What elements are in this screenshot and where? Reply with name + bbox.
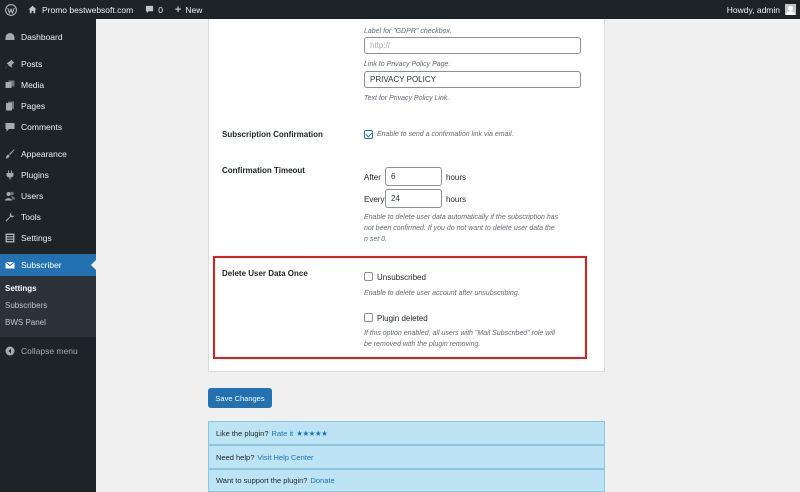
sidebar-item-label: Users: [21, 190, 44, 201]
subscription-confirmation-label: Subscription Confirmation: [222, 130, 323, 139]
privacy-policy-text-input[interactable]: PRIVACY POLICY: [364, 71, 581, 88]
highlight-box: [213, 256, 587, 359]
sidebar-item-label: Dashboard: [21, 31, 63, 42]
timeout-desc-line3: n set 0.: [364, 236, 387, 243]
submenu-item-subscribers[interactable]: Subscribers: [0, 297, 96, 314]
help-text: Need help?: [216, 452, 255, 462]
admin-bar: Promo bestwebsoft.com 0 + New Howdy, adm…: [0, 0, 800, 19]
sidebar-item-media[interactable]: Media: [0, 74, 96, 95]
sidebar-item-users[interactable]: Users: [0, 185, 96, 206]
comment-bubble-icon: [145, 5, 154, 14]
rate-text: Like the plugin?: [216, 428, 269, 438]
gdpr-label-desc: Label for "GDPR" checkbox.: [364, 28, 452, 35]
paintbrush-icon: [5, 149, 15, 159]
help-center-box: Need help? Visit Help Center: [208, 445, 605, 469]
rate-link[interactable]: Rate it: [272, 429, 294, 438]
subscription-confirmation-desc: Enable to send a confirmation link via e…: [377, 131, 514, 138]
wordpress-logo-icon[interactable]: [0, 0, 22, 19]
home-icon: [28, 5, 37, 14]
privacy-url-desc: Link to Privacy Policy Page.: [364, 61, 451, 68]
sidebar-item-plugins[interactable]: Plugins: [0, 164, 96, 185]
after-unit: hours: [446, 173, 467, 182]
submenu-item-settings[interactable]: Settings: [0, 280, 96, 297]
after-label: After: [364, 173, 381, 182]
greeting: Howdy, admin: [726, 4, 780, 15]
sidebar-item-dashboard[interactable]: Dashboard: [0, 26, 96, 47]
help-center-link[interactable]: Visit Help Center: [257, 453, 313, 462]
users-icon: [5, 191, 15, 201]
new-label: New: [185, 4, 203, 15]
support-text: Want to support the plugin?: [216, 476, 308, 485]
sidebar-item-label: Appearance: [21, 148, 67, 159]
new-content-link[interactable]: + New: [169, 0, 208, 19]
subscriber-submenu: Settings Subscribers BWS Panel: [0, 276, 96, 337]
sidebar-item-label: Pages: [21, 100, 46, 111]
sidebar-item-subscriber[interactable]: Subscriber: [0, 254, 96, 276]
sidebar-item-pages[interactable]: Pages: [0, 95, 96, 116]
plus-icon: +: [174, 3, 182, 16]
sidebar-item-comments[interactable]: Comments: [0, 116, 96, 137]
plug-icon: [5, 170, 15, 180]
comment-bubble-icon: [5, 122, 15, 132]
media-icon: [5, 80, 15, 90]
confirmation-timeout-label: Confirmation Timeout: [222, 166, 305, 175]
pages-icon: [5, 101, 15, 111]
timeout-desc-line1: Enable to delete user data automatically…: [364, 214, 559, 221]
sliders-icon: [5, 233, 15, 243]
account-menu[interactable]: Howdy, admin: [721, 0, 800, 19]
privacy-policy-url-input[interactable]: http://: [364, 37, 581, 54]
rate-plugin-box: Like the plugin? Rate it ★★★★★: [208, 421, 605, 445]
site-name: Promo bestwebsoft.com: [42, 4, 134, 15]
subscription-confirmation-checkbox[interactable]: [364, 130, 373, 139]
comments-link[interactable]: 0: [139, 0, 169, 19]
collapse-menu-label: Collapse menu: [21, 345, 78, 356]
site-name-link[interactable]: Promo bestwebsoft.com: [22, 0, 139, 19]
collapse-arrow-icon: [5, 346, 15, 356]
privacy-text-desc: Text for Privacy Policy Link.: [364, 95, 450, 102]
sidebar-item-posts[interactable]: Posts: [0, 53, 96, 74]
pushpin-icon: [5, 59, 15, 69]
comments-count: 0: [158, 4, 163, 15]
save-changes-button[interactable]: Save Changes: [208, 388, 272, 408]
wrench-icon: [5, 212, 15, 222]
sidebar-item-settings[interactable]: Settings: [0, 227, 96, 248]
sidebar-item-label: Subscriber: [21, 260, 62, 270]
dashboard-icon: [5, 32, 15, 42]
every-label: Every: [364, 195, 385, 204]
donate-link[interactable]: Donate: [310, 476, 334, 485]
admin-sidebar: Dashboard Posts Media Pages Comments App…: [0, 19, 96, 492]
sidebar-item-label: Tools: [21, 211, 41, 222]
after-hours-input[interactable]: 6: [385, 167, 442, 186]
sidebar-item-tools[interactable]: Tools: [0, 206, 96, 227]
collapse-menu-button[interactable]: Collapse menu: [0, 340, 96, 361]
sidebar-item-label: Settings: [21, 232, 52, 243]
sidebar-item-label: Media: [21, 79, 45, 90]
rating-stars-icon[interactable]: ★★★★★: [296, 429, 328, 438]
submenu-item-bws-panel[interactable]: BWS Panel: [0, 314, 96, 331]
sidebar-item-label: Comments: [21, 121, 63, 132]
sidebar-item-label: Posts: [21, 58, 43, 69]
every-hours-input[interactable]: 24: [385, 189, 442, 208]
timeout-desc-line2: not been confirmed. If you do not want t…: [364, 225, 555, 232]
envelope-icon: [5, 260, 15, 270]
avatar: [785, 4, 796, 15]
donate-box: Want to support the plugin? Donate: [208, 469, 605, 492]
every-unit: hours: [446, 195, 467, 204]
sidebar-item-label: Plugins: [21, 169, 49, 180]
sidebar-item-appearance[interactable]: Appearance: [0, 143, 96, 164]
